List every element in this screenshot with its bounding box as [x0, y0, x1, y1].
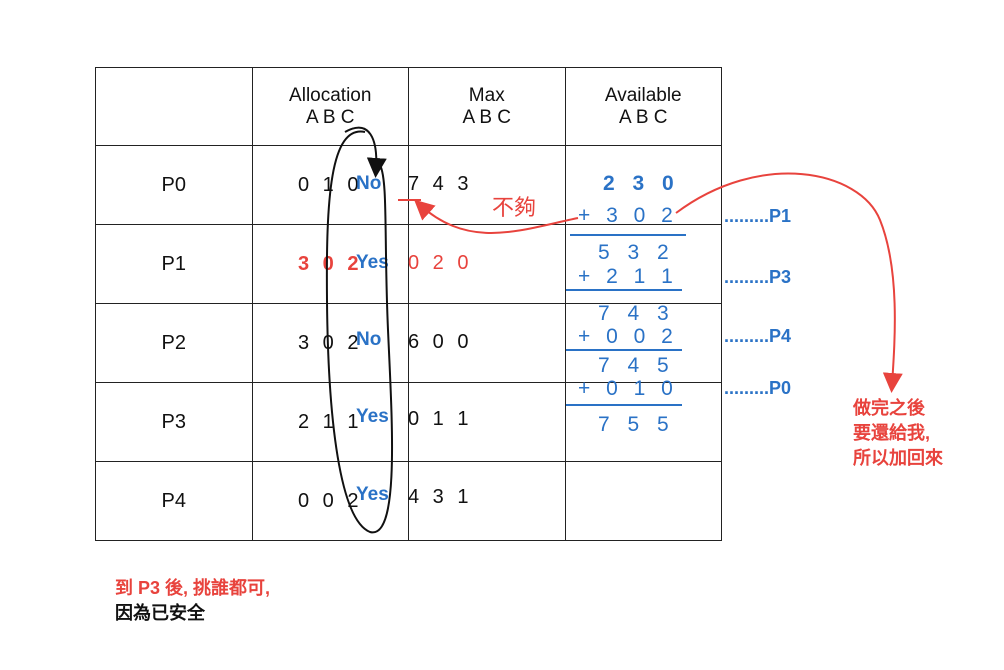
bottom-note: 到 P3 後, 挑誰都可, 因為已安全: [115, 576, 270, 626]
calc-add-1: + 3 0 2: [578, 204, 678, 227]
bottom-note-line-2: 因為已安全: [115, 603, 205, 623]
return-note-line-1: 做完之後: [853, 398, 925, 418]
calc-add-3: + 0 0 2: [578, 325, 678, 348]
header-available: Available A B C: [564, 67, 722, 146]
available-title: Available: [604, 84, 682, 106]
bottom-note-line-1: 到 P3 後, 挑誰都可,: [115, 578, 271, 598]
process-cell: P0: [95, 145, 253, 225]
max-p3: 0 1 1: [408, 408, 473, 430]
max-p0: 7 4 3: [408, 173, 473, 195]
calc-result-1: 5 3 2: [598, 241, 675, 264]
table-header-row: Allocation A B C Max A B C Available A B…: [95, 67, 722, 146]
header-max: Max A B C: [408, 67, 566, 146]
order-label-p0: .........P0: [724, 378, 792, 398]
max-p2: 6 0 0: [408, 331, 473, 353]
max-p4: 4 3 1: [408, 486, 473, 508]
process-cell: P3: [95, 382, 253, 462]
header-blank-cell: [95, 67, 253, 146]
process-cell: P4: [95, 461, 253, 541]
return-note: 做完之後 要還給我, 所以加回來: [853, 396, 943, 471]
answer-p4: Yes: [356, 484, 389, 505]
max-abc: A B C: [462, 106, 512, 128]
order-label-p4: .........P4: [724, 326, 792, 346]
order-label-p3: .........P3: [724, 267, 792, 287]
calc-result-4: 7 5 5: [598, 413, 675, 436]
answer-p2: No: [356, 329, 382, 350]
allocation-abc: A B C: [305, 106, 355, 128]
allocation-title: Allocation: [289, 84, 372, 106]
header-allocation: Allocation A B C: [251, 67, 409, 146]
answer-p3: Yes: [356, 406, 389, 427]
max-title: Max: [468, 84, 505, 106]
answer-p1: Yes: [356, 252, 389, 273]
calc-add-2: + 2 1 1: [578, 265, 678, 288]
order-label-p1: .........P1: [724, 206, 792, 226]
calc-result-3: 7 4 5: [598, 354, 675, 377]
process-cell: P2: [95, 303, 253, 383]
calc-result-2: 7 4 3: [598, 302, 675, 325]
not-enough-label: 不夠: [492, 195, 537, 220]
process-cell: P1: [95, 224, 253, 304]
return-note-line-2: 要還給我,: [853, 423, 931, 443]
available-abc: A B C: [618, 106, 668, 128]
allocation-cell: 0 1 0: [251, 145, 409, 225]
answer-p0: No: [356, 173, 382, 194]
calc-add-4: + 0 1 0: [578, 377, 678, 400]
max-p1: 0 2 0: [408, 252, 473, 274]
return-note-line-3: 所以加回來: [853, 448, 943, 468]
available-cell: [564, 461, 722, 541]
allocation-cell: 3 0 2: [251, 303, 409, 383]
available-start: 2 3 0: [603, 172, 680, 195]
